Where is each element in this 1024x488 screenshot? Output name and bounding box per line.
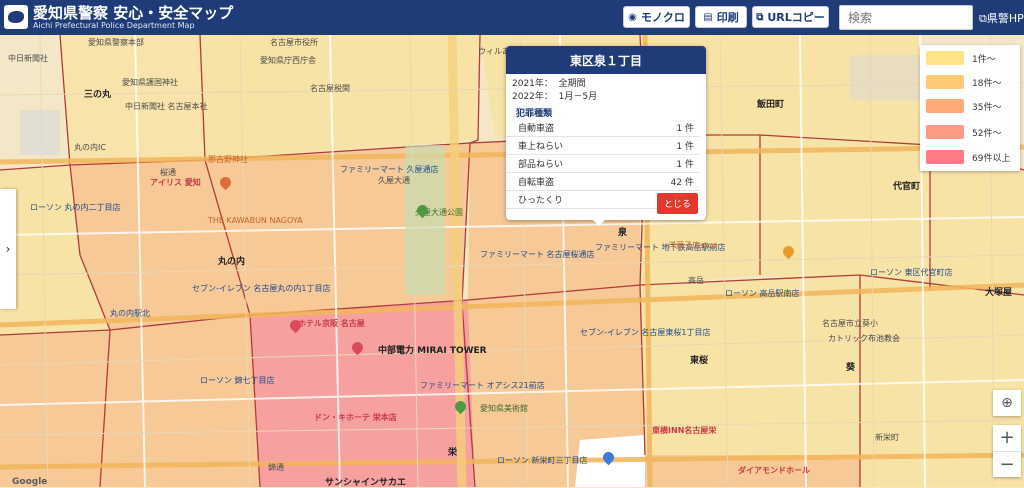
map-label: 三の丸 (84, 90, 112, 100)
map-label: ドン・キホーテ 栄本店 (314, 413, 397, 422)
map-label: ローソン 高岳駅南店 (725, 289, 800, 298)
map-label: 錦通 (268, 463, 284, 472)
popup-close-button[interactable]: とじる (656, 193, 698, 214)
map-label: カトリック布池教会 (828, 334, 900, 343)
crime-row: 車上ねらい 1 件 (506, 137, 700, 155)
url-copy-button[interactable]: ⧉ URLコピー (752, 6, 829, 28)
map-label: 高岳 (688, 276, 704, 285)
map-label: ローソン 東区代官町店 (870, 268, 953, 277)
my-location-button[interactable]: ⊕ (993, 390, 1021, 416)
map-label: アイリス 愛知 (150, 178, 201, 187)
map-label: 丸の内 (218, 257, 246, 267)
map-label: ホテル京阪 名古屋 (298, 319, 365, 328)
monochrome-button[interactable]: ◉ モノクロ (623, 6, 690, 28)
map-label: 栄 (448, 448, 458, 458)
map-label: 愛知県護国神社 (122, 78, 178, 87)
map-label: サンシャインサカエ (325, 478, 407, 488)
map-label: THE KAWABUN NAGOYA (208, 216, 303, 225)
popup-title: 東区泉１丁目 (506, 46, 706, 74)
map-label: ローソン 丸の内二丁目店 (30, 203, 121, 212)
map-label: ローソン 新栄町三丁目店 (497, 456, 588, 465)
map-label: 愛知県警察本部 (88, 38, 144, 47)
zoom-control: + − (993, 425, 1021, 477)
chevron-right-icon: › (5, 242, 11, 256)
legend-item: 35件～ (926, 99, 1016, 113)
map-label: 新栄町 (875, 433, 899, 442)
app-header: 愛知県警察 安心・安全マップ Aichi Prefectural Police … (0, 0, 1024, 35)
zoom-out-button[interactable]: − (993, 452, 1021, 478)
legend-item: 1件～ (926, 51, 1016, 65)
crime-count-legend: 1件～ 18件～ 35件～ 52件～ 69件以上 (920, 45, 1020, 171)
crosshair-icon: ⊕ (1001, 395, 1013, 411)
legend-swatch (926, 125, 964, 139)
zoom-in-button[interactable]: + (993, 425, 1021, 452)
map-label: 代官町 (893, 182, 921, 192)
printer-icon: ▤ (703, 11, 713, 23)
app-subtitle: Aichi Prefectural Police Department Map (33, 21, 195, 30)
map-label: 中部電力 MIRAI TOWER (378, 346, 487, 356)
map-label: 中日新聞社 名古屋本社 (125, 102, 208, 111)
map-label: 葵 (846, 363, 856, 373)
map-label: ファミリーマート オアシス21前店 (420, 381, 545, 390)
app-title[interactable]: 愛知県警察 安心・安全マップ (33, 2, 233, 23)
crime-type-heading: 犯罪種類 (516, 109, 553, 119)
crime-row: 自転車盗 42 件 (506, 173, 700, 191)
legend-swatch (926, 75, 964, 89)
map-label: 洋菓子店slow (668, 241, 718, 250)
map-label: 愛知県美術館 (480, 404, 528, 413)
map-label: 愛知県庁西庁舎 (260, 56, 316, 65)
side-panel-toggle[interactable]: › (0, 189, 16, 309)
map-label: 丸の内IC (74, 143, 106, 152)
map-label: ダイアモンドホール (738, 466, 810, 475)
legend-item: 52件～ (926, 125, 1016, 139)
map-label: 中日新聞社 (8, 54, 48, 63)
legend-item: 69件以上 (926, 150, 1016, 164)
legend-item: 18件～ (926, 75, 1016, 89)
map-label: 泉 (618, 228, 628, 238)
crime-row: 自動車盗 1 件 (506, 119, 700, 137)
map-label: 大塚屋 (985, 288, 1013, 298)
copy-icon: ⧉ (756, 11, 764, 23)
legend-swatch (926, 99, 964, 113)
map-label: 東桜 (690, 356, 709, 366)
crime-row: 部品ねらい 1 件 (506, 155, 700, 173)
map-label: 東横INN名古屋栄 (652, 426, 717, 435)
map-label: セブン-イレブン 名古屋丸の内1丁目店 (192, 284, 331, 293)
google-logo-icon: Google (12, 477, 48, 487)
map-label: ファミリーマート 久屋通店 (340, 165, 439, 174)
popup-pointer (593, 220, 605, 226)
target-icon: ◉ (628, 11, 637, 23)
map-label: 名古屋市立葵小 (822, 319, 878, 328)
map-label: 丸の内駅北 (110, 309, 150, 318)
legend-swatch (926, 51, 964, 65)
map-label: 名古屋税関 (310, 84, 350, 93)
map-label: ローソン 錦七丁目店 (200, 376, 275, 385)
map-label: ファミリーマート 名古屋桜通店 (480, 250, 595, 259)
hp-link[interactable]: ⧉県警HP (979, 10, 1024, 26)
map-label: 名古屋市役所 (270, 38, 318, 47)
police-logo-icon[interactable] (4, 5, 28, 29)
map-label: 桜通 (160, 168, 176, 177)
search-input[interactable] (839, 5, 973, 30)
area-info-popup: 東区泉１丁目 2021年： 全期間 2022年： 1月－5月 犯罪種類 自動車盗… (506, 46, 706, 220)
print-button[interactable]: ▤ 印刷 (695, 6, 747, 28)
popup-periods: 2021年： 全期間 2022年： 1月－5月 (512, 79, 598, 102)
legend-swatch (926, 150, 964, 164)
map-label: セブン-イレブン 名古屋東桜1丁目店 (580, 328, 711, 337)
map-label: 飯田町 (757, 100, 785, 110)
map-label: 那古野神社 (208, 155, 248, 164)
external-link-icon: ⧉ (979, 12, 987, 25)
map-label: 久屋大通 (378, 176, 410, 185)
